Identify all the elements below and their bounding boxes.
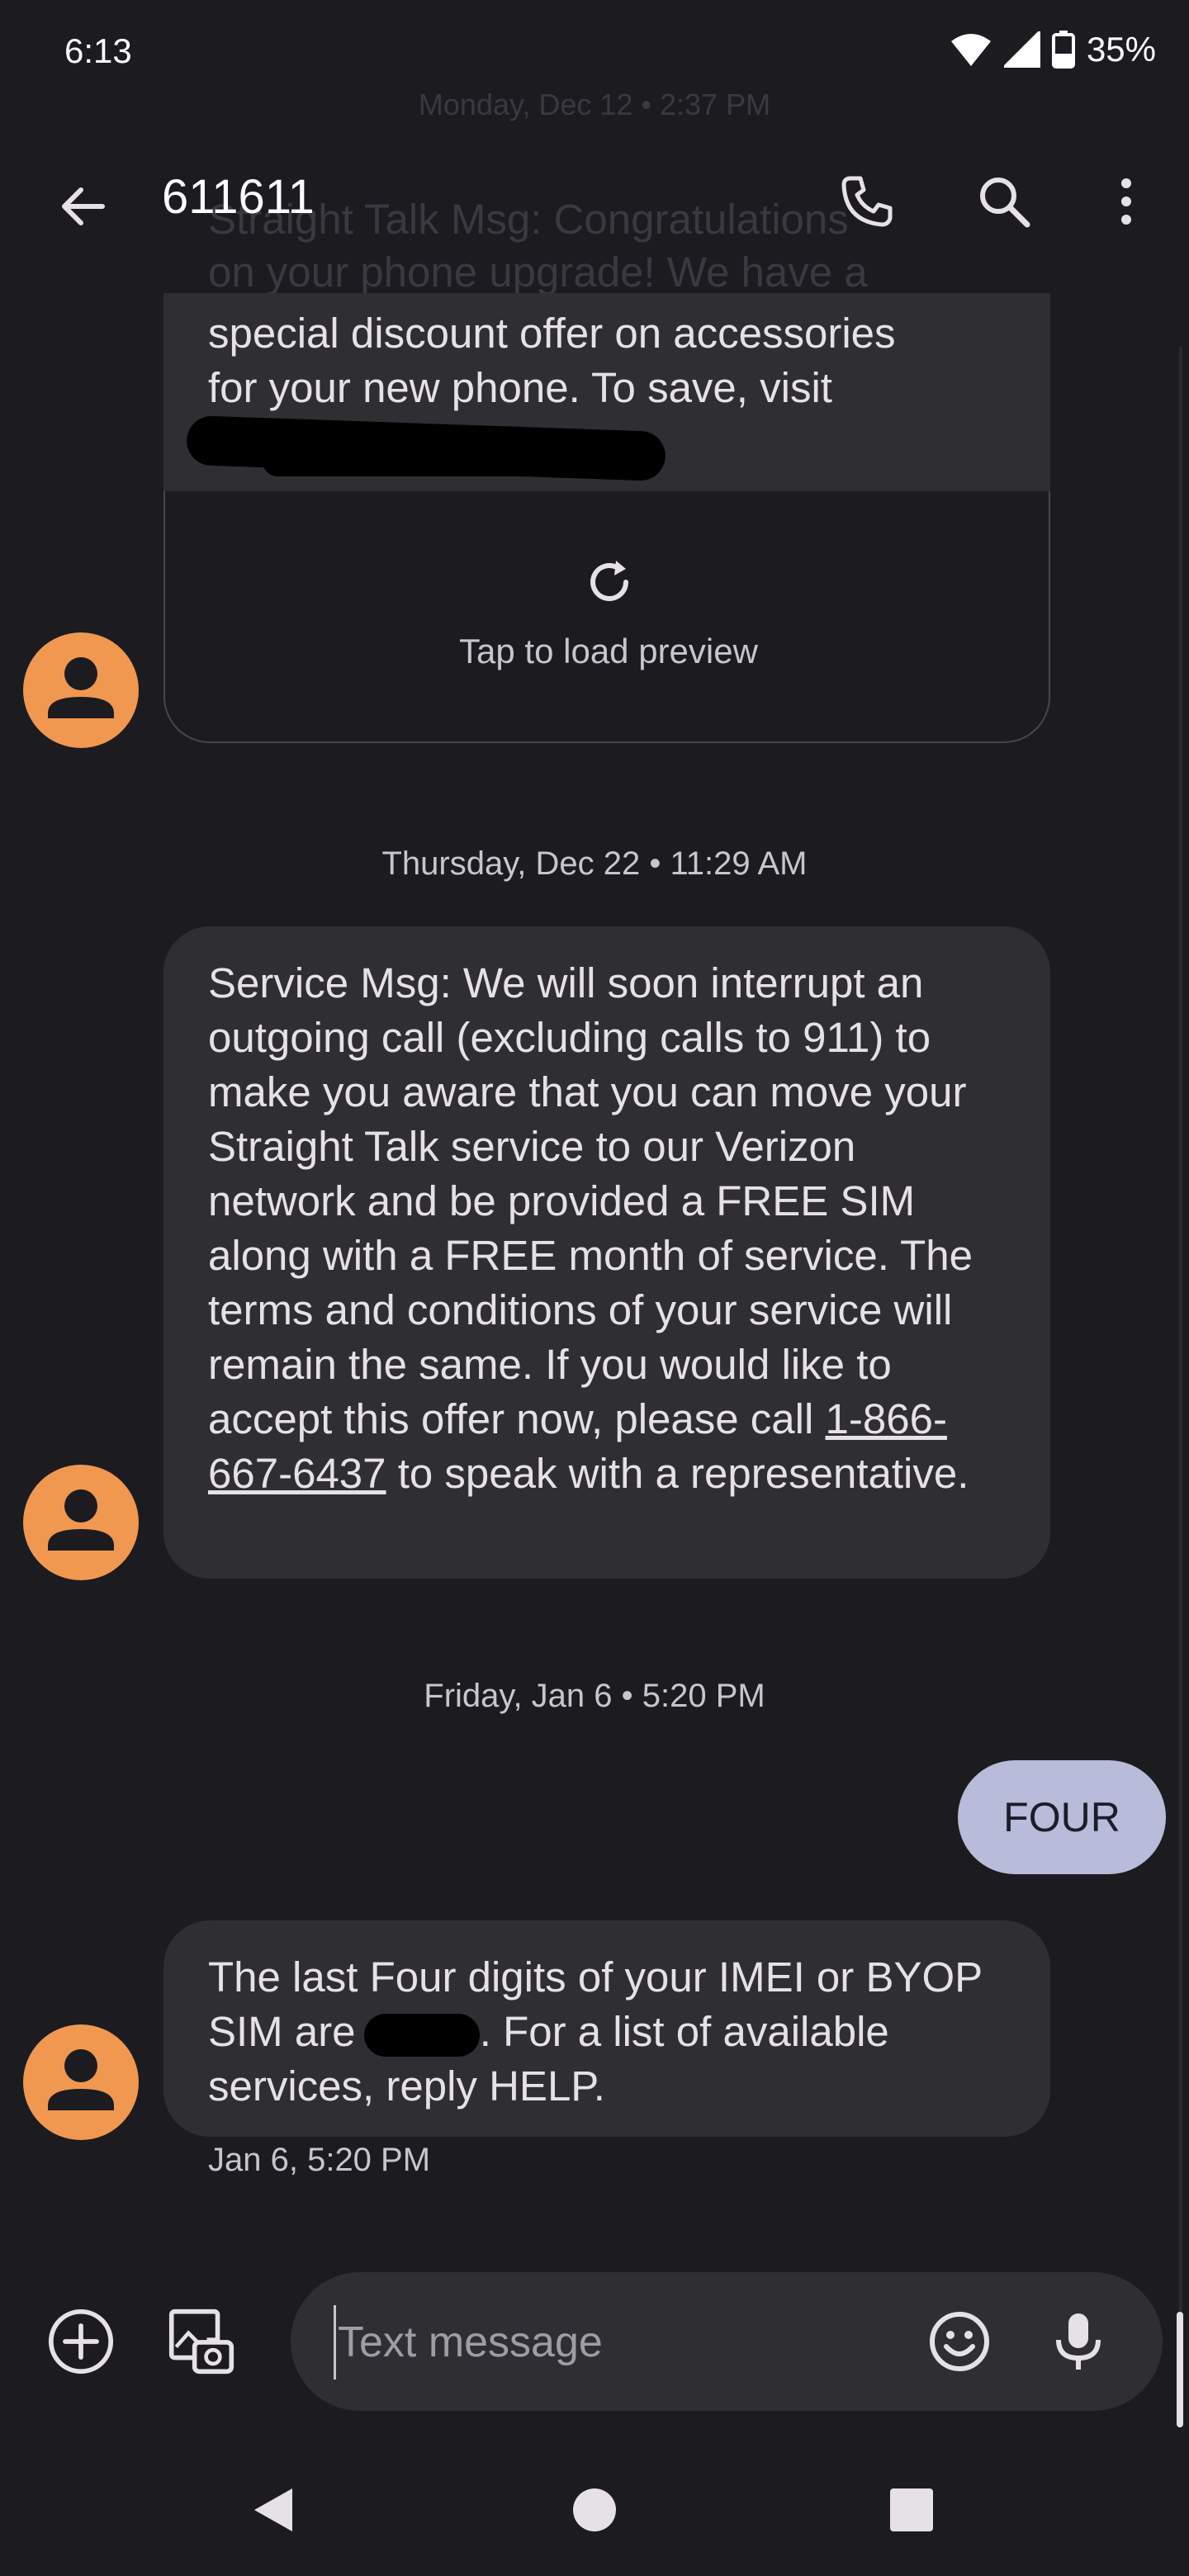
scrollbar-thumb[interactable] — [1177, 2312, 1183, 2427]
gallery-camera-icon — [168, 2308, 234, 2375]
contact-avatar[interactable] — [23, 1465, 139, 1580]
add-circle-icon — [48, 2308, 114, 2375]
status-icons: 35% — [950, 30, 1156, 69]
message-text: Service Msg: We will soon interrupt an o… — [208, 959, 973, 1442]
message-composer[interactable] — [291, 2272, 1163, 2411]
message-text: FOUR — [1003, 1794, 1120, 1840]
link-preview-card[interactable]: Tap to load preview — [163, 491, 1050, 743]
message-timestamp: Jan 6, 5:20 PM — [208, 2142, 431, 2178]
message-text: to speak with a representative. — [386, 1450, 969, 1497]
nav-recents-icon — [890, 2488, 933, 2531]
nav-home-icon — [573, 2488, 616, 2531]
emoji-button[interactable] — [926, 2308, 992, 2375]
date-separator: Thursday, Dec 22 • 11:29 AM — [381, 845, 808, 882]
redaction-mark — [363, 2013, 480, 2057]
conversation-title: 611611 — [162, 170, 315, 224]
back-button[interactable] — [50, 173, 116, 239]
received-message-bubble[interactable]: The last Four digits of your IMEI or BYO… — [163, 1920, 1050, 2137]
wifi-icon — [950, 34, 991, 66]
date-separator: Friday, Jan 6 • 5:20 PM — [424, 1678, 765, 1714]
refresh-icon — [590, 561, 628, 601]
voice-input-button[interactable] — [1045, 2308, 1111, 2375]
scrollbar-track[interactable] — [1179, 347, 1182, 2394]
more-options-button[interactable] — [1093, 168, 1159, 234]
person-icon — [48, 657, 114, 718]
battery-percent: 35% — [1086, 30, 1156, 69]
nav-back-icon — [254, 2488, 292, 2531]
ghost-message-line: on your phone upgrade! We have a — [208, 249, 868, 296]
nav-recents-button[interactable] — [879, 2477, 945, 2543]
previous-message: special discount offer on accessories fo… — [163, 293, 1050, 747]
battery-icon — [1051, 31, 1075, 69]
tap-to-load-preview: Tap to load preview — [459, 632, 758, 670]
contact-avatar[interactable] — [23, 632, 139, 748]
microphone-icon — [1056, 2313, 1101, 2370]
gallery-camera-button[interactable] — [168, 2308, 234, 2375]
nav-back-button[interactable] — [239, 2477, 306, 2543]
ghost-timestamp: Monday, Dec 12 • 2:37 PM — [418, 88, 771, 121]
phone-icon — [841, 176, 893, 227]
add-attachment-button[interactable] — [48, 2308, 114, 2375]
more-vert-icon — [1121, 178, 1131, 225]
sent-message-bubble[interactable]: FOUR — [958, 1760, 1166, 1874]
emoji-icon — [930, 2312, 989, 2371]
redaction-mark — [263, 447, 642, 476]
search-button[interactable] — [971, 168, 1037, 234]
contact-avatar[interactable] — [23, 2024, 139, 2140]
call-button[interactable] — [834, 168, 900, 234]
text-message-input[interactable] — [334, 2305, 917, 2379]
status-time: 6:13 — [64, 31, 132, 70]
search-icon — [980, 178, 1030, 228]
person-icon — [48, 2049, 114, 2110]
arrow-back-icon — [62, 187, 105, 225]
person-icon — [48, 1489, 114, 1551]
cell-signal-icon — [1003, 31, 1040, 68]
nav-home-button[interactable] — [561, 2477, 628, 2543]
received-message-bubble[interactable]: Service Msg: We will soon interrupt an o… — [163, 926, 1050, 1579]
